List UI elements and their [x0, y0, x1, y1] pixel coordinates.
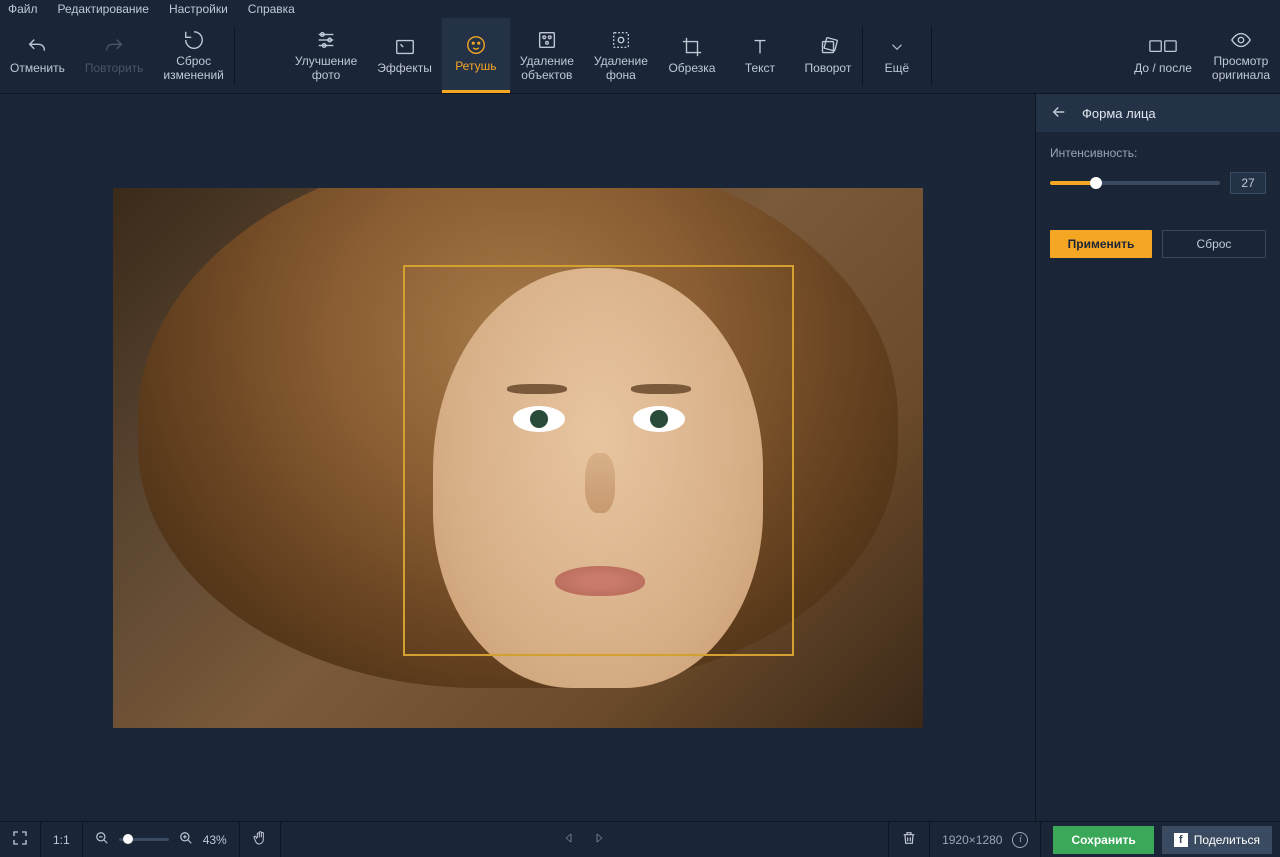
text-icon — [749, 36, 771, 58]
menu-bar: Файл Редактирование Настройки Справка — [0, 0, 1280, 18]
text-label: Текст — [745, 62, 775, 75]
rotate-button[interactable]: Поворот — [794, 18, 862, 93]
sliders-icon — [315, 29, 337, 51]
reset-button[interactable]: Сброс изменений — [153, 18, 233, 93]
info-icon[interactable]: i — [1012, 832, 1028, 848]
effects-icon — [394, 36, 416, 58]
trash-icon[interactable] — [901, 830, 917, 849]
next-icon[interactable] — [593, 832, 605, 847]
menu-settings[interactable]: Настройки — [169, 2, 228, 16]
prev-icon[interactable] — [563, 832, 575, 847]
remove-bg-icon — [610, 29, 632, 51]
menu-help[interactable]: Справка — [248, 2, 295, 16]
remove-objects-button[interactable]: Удаление объектов — [510, 18, 584, 93]
photo[interactable] — [113, 188, 923, 728]
redo-button[interactable]: Повторить — [75, 18, 154, 93]
text-button[interactable]: Текст — [726, 18, 794, 93]
remove-obj-label: Удаление объектов — [520, 55, 574, 81]
face-selection-box[interactable] — [403, 265, 794, 656]
slider-thumb[interactable] — [1090, 177, 1102, 189]
compare-icon — [1149, 36, 1177, 58]
remove-obj-icon — [536, 29, 558, 51]
facebook-icon: f — [1174, 833, 1188, 847]
remove-bg-button[interactable]: Удаление фона — [584, 18, 658, 93]
image-dimensions: 1920×1280 — [942, 833, 1002, 847]
zoom-percent: 43% — [203, 833, 227, 847]
face-icon — [465, 34, 487, 56]
undo-button[interactable]: Отменить — [0, 18, 75, 93]
menu-file[interactable]: Файл — [8, 2, 38, 16]
effects-label: Эффекты — [377, 62, 432, 75]
retouch-button[interactable]: Ретушь — [442, 18, 510, 93]
bottom-bar: 1:1 43% 1920×1280 i Сохранить f Поделить… — [0, 821, 1280, 857]
view-original-label: Просмотр оригинала — [1212, 55, 1270, 81]
rotate-icon — [817, 36, 839, 58]
before-after-label: До / после — [1134, 62, 1192, 75]
zoom-in-icon[interactable] — [179, 831, 193, 848]
share-label: Поделиться — [1194, 833, 1260, 847]
zoom-out-icon[interactable] — [95, 831, 109, 848]
crop-button[interactable]: Обрезка — [658, 18, 726, 93]
intensity-value[interactable]: 27 — [1230, 172, 1266, 194]
enhance-button[interactable]: Улучшение фото — [285, 18, 367, 93]
intensity-label: Интенсивность: — [1050, 146, 1266, 160]
rotate-label: Поворот — [805, 62, 852, 75]
reset-icon — [183, 29, 205, 51]
undo-label: Отменить — [10, 62, 65, 75]
view-original-button[interactable]: Просмотр оригинала — [1202, 18, 1280, 93]
intensity-slider[interactable] — [1050, 181, 1220, 185]
panel-reset-button[interactable]: Сброс — [1162, 230, 1266, 258]
share-button[interactable]: f Поделиться — [1162, 826, 1272, 854]
undo-icon — [26, 36, 48, 58]
save-button[interactable]: Сохранить — [1053, 826, 1153, 854]
scale-1-1-button[interactable]: 1:1 — [53, 833, 70, 847]
canvas-area[interactable] — [0, 94, 1035, 821]
reset-label: Сброс изменений — [163, 55, 223, 81]
apply-button[interactable]: Применить — [1050, 230, 1152, 258]
panel-header: Форма лица — [1036, 94, 1280, 132]
before-after-button[interactable]: До / после — [1124, 18, 1202, 93]
menu-edit[interactable]: Редактирование — [58, 2, 149, 16]
retouch-label: Ретушь — [455, 60, 496, 73]
hand-icon[interactable] — [252, 830, 268, 849]
effects-button[interactable]: Эффекты — [367, 18, 442, 93]
side-panel: Форма лица Интенсивность: 27 Применить С… — [1035, 94, 1280, 821]
chevron-down-icon — [888, 36, 906, 58]
remove-bg-label: Удаление фона — [594, 55, 648, 81]
eye-icon — [1230, 29, 1252, 51]
panel-title: Форма лица — [1082, 106, 1156, 121]
main-toolbar: Отменить Повторить Сброс изменений Улучш… — [0, 18, 1280, 94]
crop-label: Обрезка — [668, 62, 715, 75]
enhance-label: Улучшение фото — [295, 55, 357, 81]
redo-label: Повторить — [85, 62, 144, 75]
zoom-slider[interactable] — [119, 838, 169, 841]
back-icon[interactable] — [1050, 103, 1068, 124]
redo-icon — [103, 36, 125, 58]
crop-icon — [681, 36, 703, 58]
more-button[interactable]: Ещё — [863, 18, 931, 93]
more-label: Ещё — [885, 62, 910, 75]
fullscreen-icon[interactable] — [12, 830, 28, 849]
